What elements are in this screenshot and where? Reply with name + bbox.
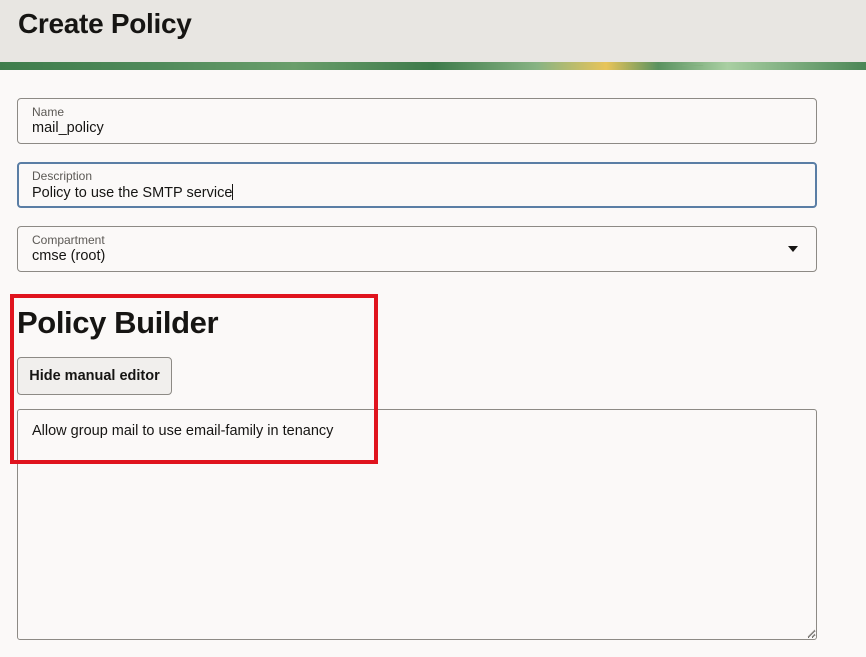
compartment-select[interactable]: Compartment cmse (root) (17, 226, 817, 272)
chevron-down-icon[interactable] (788, 246, 798, 252)
decorative-banner (0, 62, 866, 70)
compartment-select-value[interactable]: cmse (root) (32, 248, 105, 264)
policy-statement-editor[interactable]: Allow group mail to use email-family in … (17, 409, 817, 640)
compartment-select-label: Compartment (32, 233, 105, 247)
page-title: Create Policy (18, 8, 192, 39)
name-field-value[interactable]: mail_policy (32, 120, 104, 136)
text-caret (232, 184, 234, 200)
page-header: Create Policy (0, 0, 866, 62)
name-field-label: Name (32, 105, 65, 119)
hide-manual-editor-button[interactable]: Hide manual editor (17, 357, 172, 395)
policy-builder-title: Policy Builder (17, 305, 219, 340)
description-field[interactable]: Description Policy to use the SMTP servi… (17, 162, 817, 208)
name-field[interactable]: Name mail_policy (17, 98, 817, 144)
resize-grip-icon[interactable] (806, 628, 816, 638)
description-field-label: Description (32, 169, 93, 183)
description-field-value[interactable]: Policy to use the SMTP service (32, 184, 234, 201)
description-text: Policy to use the SMTP service (32, 185, 233, 201)
